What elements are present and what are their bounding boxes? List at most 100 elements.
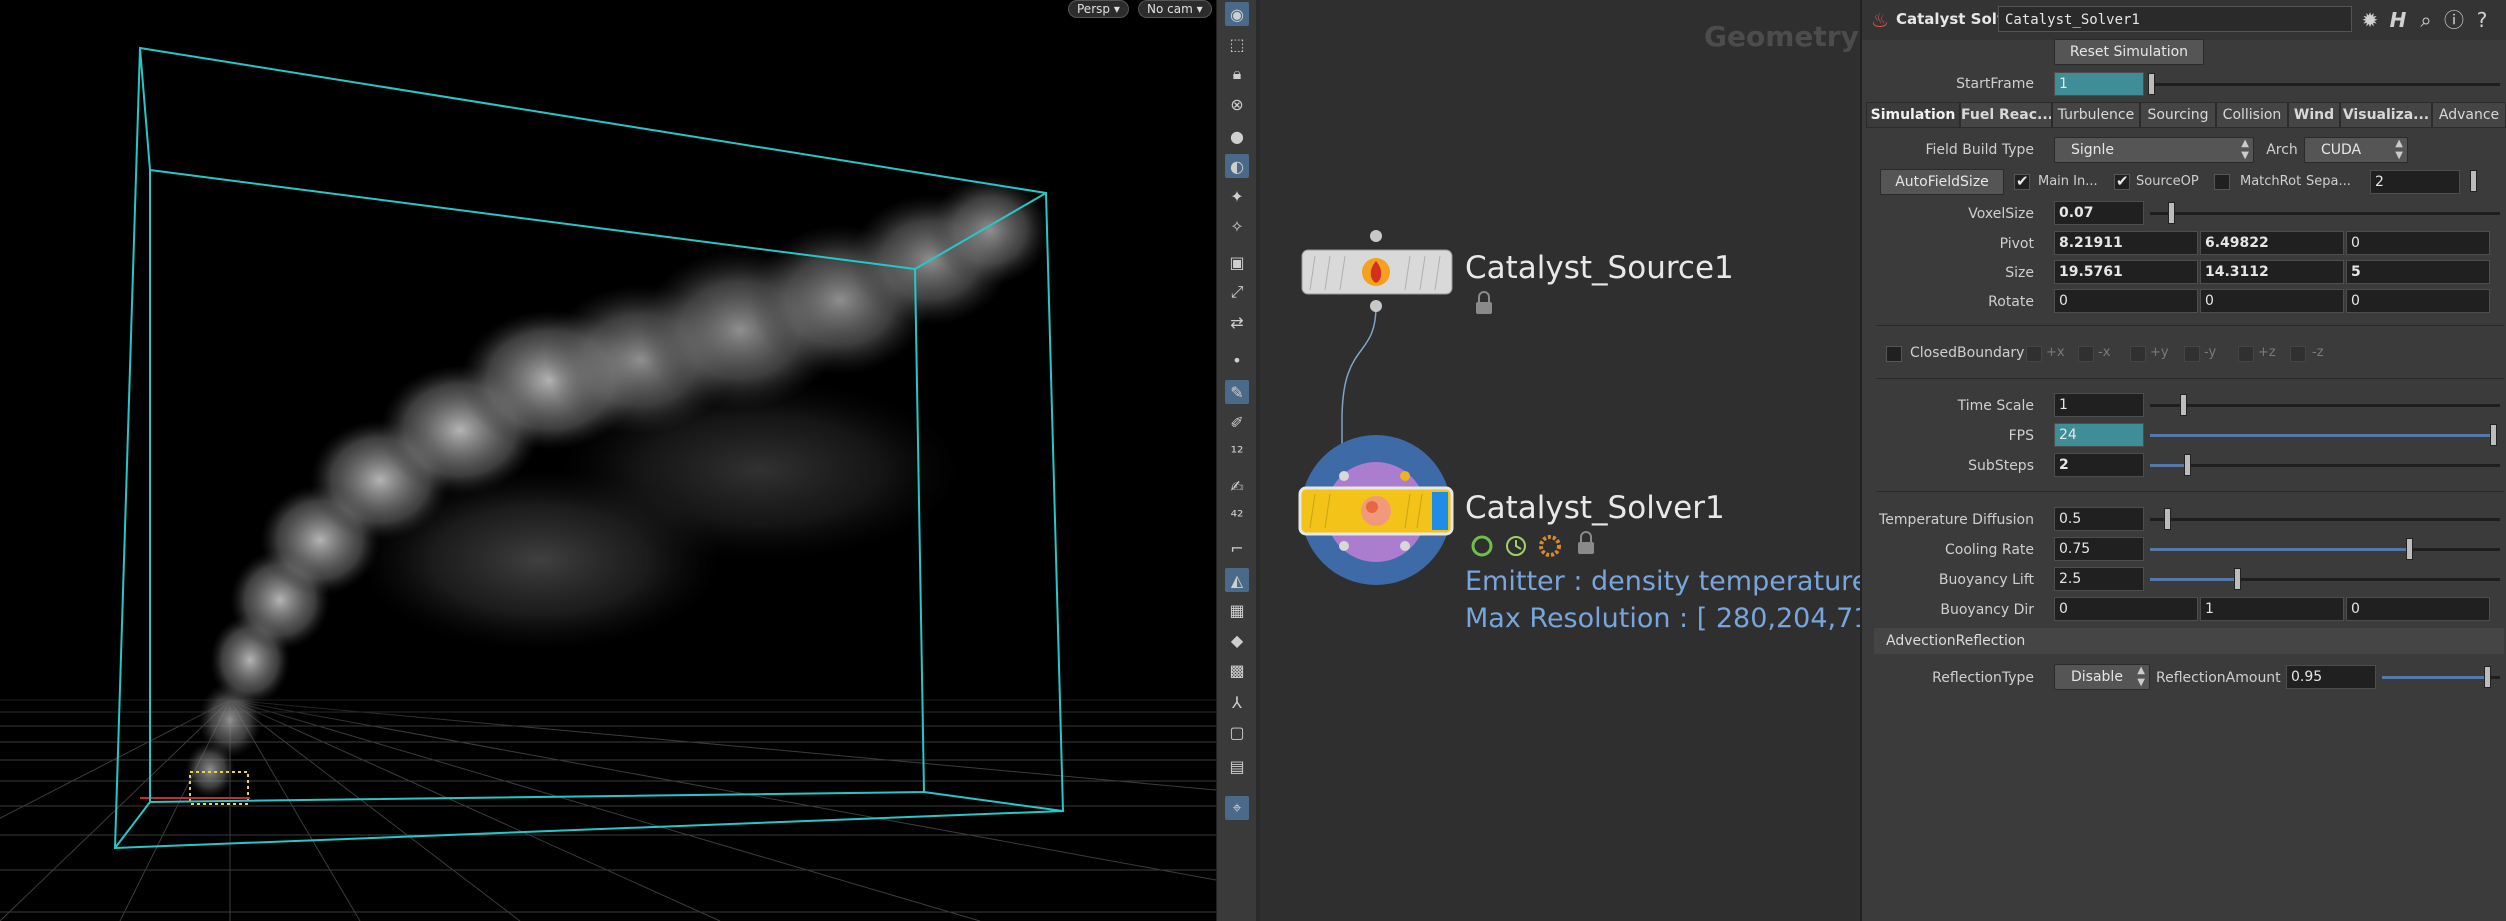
reflection-amount-slider-knob[interactable] <box>2484 666 2491 688</box>
number2-icon[interactable]: ⁴² <box>1225 504 1249 528</box>
tab-sourcing[interactable]: Sourcing <box>2140 102 2216 128</box>
source-lock-icon[interactable] <box>1476 291 1492 314</box>
select-icon[interactable]: ⬚ <box>1225 32 1249 56</box>
cooling-rate-slider-knob[interactable] <box>2406 538 2413 560</box>
tab-simulation[interactable]: Simulation <box>1866 102 1960 128</box>
fps-slider-knob[interactable] <box>2490 424 2497 446</box>
eye-icon[interactable]: ◉ <box>1225 2 1249 26</box>
scene-viewport[interactable]: Persp ▾ No cam ▾ <box>0 0 1216 921</box>
tab-collision[interactable]: Collision <box>2216 102 2288 128</box>
brush-icon[interactable]: ✎ <box>1225 380 1249 404</box>
axis-icon[interactable]: ⅄ <box>1225 690 1249 714</box>
substeps-slider-knob[interactable] <box>2184 454 2191 476</box>
fps-slider[interactable] <box>2150 434 2492 437</box>
substeps-slider[interactable] <box>2150 464 2500 467</box>
boundary-pz-checkbox[interactable] <box>2238 346 2254 362</box>
rotate-x-field[interactable]: 0 <box>2054 289 2198 313</box>
sourceop-checkbox[interactable] <box>2114 172 2130 190</box>
arch-select[interactable]: CUDA ▲ ▼ <box>2304 137 2408 163</box>
size-y-field[interactable]: 14.3112 <box>2200 260 2344 284</box>
pivot-x-field[interactable]: 8.21911 <box>2054 231 2198 255</box>
display-icon[interactable]: ▣ <box>1225 250 1249 274</box>
persp-menu-button[interactable]: Persp ▾ <box>1068 0 1129 18</box>
advection-reflection-folder[interactable]: AdvectionReflection <box>1874 628 2504 654</box>
grid-icon[interactable]: ▦ <box>1225 598 1249 622</box>
pin-icon[interactable]: ⌖ <box>1225 796 1249 820</box>
pivot-z-field[interactable]: 0 <box>2346 231 2490 255</box>
reset-simulation-button[interactable]: Reset Simulation <box>2054 39 2204 65</box>
reflection-amount-field[interactable]: 0.95 <box>2286 665 2376 689</box>
bracket-icon[interactable]: ⌐ <box>1225 536 1249 560</box>
substeps-field[interactable]: 2 <box>2054 453 2144 477</box>
buoyancy-lift-slider-knob[interactable] <box>2234 568 2241 590</box>
temperature-diffusion-slider[interactable] <box>2150 518 2500 521</box>
separation-slider-knob[interactable] <box>2470 170 2477 192</box>
voxelsize-slider[interactable] <box>2150 212 2500 215</box>
boundary-ny-checkbox[interactable] <box>2184 346 2200 362</box>
camera-menu-button[interactable]: No cam ▾ <box>1138 0 1212 18</box>
gear-icon[interactable]: ✹ <box>2358 8 2382 32</box>
sphere-light-icon[interactable]: ◐ <box>1225 154 1249 178</box>
time-scale-field[interactable]: 1 <box>2054 393 2144 417</box>
size-x-field[interactable]: 19.5761 <box>2054 260 2198 284</box>
paint-icon[interactable]: ✍ <box>1225 474 1249 498</box>
temperature-diffusion-field[interactable]: 0.5 <box>2054 507 2144 531</box>
help-icon[interactable]: ? <box>2470 8 2494 32</box>
number-icon[interactable]: ¹² <box>1225 440 1249 464</box>
start-frame-field[interactable]: 1 <box>2054 72 2144 96</box>
voxelsize-slider-knob[interactable] <box>2168 202 2175 224</box>
solver-lock-icon[interactable] <box>1578 531 1594 554</box>
geo-icon[interactable]: ◆ <box>1225 628 1249 652</box>
boundary-py-checkbox[interactable] <box>2130 346 2146 362</box>
help-h-icon[interactable]: H <box>2386 8 2410 32</box>
tab-advance[interactable]: Advance <box>2432 102 2506 128</box>
separation-field[interactable]: 2 <box>2370 170 2460 194</box>
closed-boundary-checkbox[interactable] <box>1886 346 1902 362</box>
image-icon[interactable]: ▤ <box>1225 754 1249 778</box>
viewport-canvas[interactable] <box>0 0 1216 921</box>
autofieldsize-button[interactable]: AutoFieldSize <box>1880 169 2004 195</box>
sphere-icon[interactable]: ● <box>1225 124 1249 148</box>
snap-icon[interactable]: ⊗ <box>1225 92 1249 116</box>
cooling-rate-field[interactable]: 0.75 <box>2054 537 2144 561</box>
buoyancy-dir-z-field[interactable]: 0 <box>2346 597 2490 621</box>
transform-icon[interactable]: ⇄ <box>1225 310 1249 334</box>
main-input-checkbox[interactable] <box>2014 172 2030 190</box>
tab-visualization[interactable]: Visualiza... <box>2340 102 2432 128</box>
handle-icon[interactable]: ⤢ <box>1225 280 1249 304</box>
network-editor[interactable]: Geometry Catalyst_Source1 Catalyst_Solve… <box>1260 0 1860 921</box>
lock-icon[interactable]: 🔒︎ <box>1225 62 1249 86</box>
buoyancy-dir-x-field[interactable]: 0 <box>2054 597 2198 621</box>
matchrot-checkbox[interactable] <box>2214 174 2230 190</box>
map-icon[interactable]: ▩ <box>1225 658 1249 682</box>
temperature-diffusion-slider-knob[interactable] <box>2164 508 2171 530</box>
reflection-type-select[interactable]: Disable ▲ ▼ <box>2054 664 2150 690</box>
field-build-type-select[interactable]: Signle ▲ ▼ <box>2054 137 2254 163</box>
catalyst-solver-node[interactable] <box>1298 435 1454 585</box>
search-icon[interactable]: ⌕ <box>2414 8 2438 32</box>
buoyancy-dir-y-field[interactable]: 1 <box>2200 597 2344 621</box>
dot-icon[interactable]: • <box>1225 348 1249 372</box>
rotate-z-field[interactable]: 0 <box>2346 289 2490 313</box>
rotate-y-field[interactable]: 0 <box>2200 289 2344 313</box>
light2-icon[interactable]: ✧ <box>1225 214 1249 238</box>
tab-fuel-reaction[interactable]: Fuel Reac... <box>1960 102 2052 128</box>
pivot-y-field[interactable]: 6.49822 <box>2200 231 2344 255</box>
voxelsize-field[interactable]: 0.07 <box>2054 201 2144 225</box>
time-scale-slider-knob[interactable] <box>2180 394 2187 416</box>
fps-field[interactable]: 24 <box>2054 423 2144 447</box>
boundary-nz-checkbox[interactable] <box>2290 346 2306 362</box>
boundary-px-checkbox[interactable] <box>2026 346 2042 362</box>
size-z-field[interactable]: 5 <box>2346 260 2490 284</box>
boundary-nx-checkbox[interactable] <box>2078 346 2094 362</box>
node-name-field[interactable]: Catalyst_Solver1 <box>1998 6 2352 32</box>
start-frame-slider[interactable] <box>2150 83 2500 86</box>
tab-wind[interactable]: Wind <box>2288 102 2340 128</box>
tab-turbulence[interactable]: Turbulence <box>2052 102 2140 128</box>
buoyancy-lift-field[interactable]: 2.5 <box>2054 567 2144 591</box>
catalyst-source-node[interactable] <box>1301 230 1453 312</box>
time-scale-slider[interactable] <box>2150 404 2500 407</box>
pen-icon[interactable]: ✐ <box>1225 410 1249 434</box>
info-icon[interactable]: ⓘ <box>2442 8 2466 32</box>
start-frame-slider-knob[interactable] <box>2148 73 2155 95</box>
